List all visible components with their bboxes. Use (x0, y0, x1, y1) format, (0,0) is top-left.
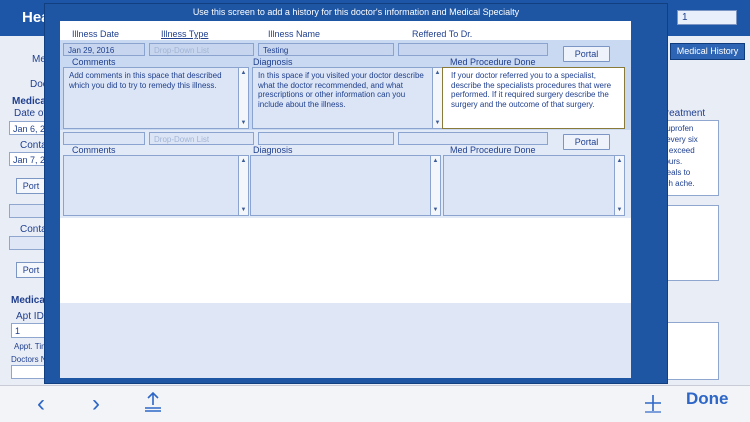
row1-date-field[interactable]: Jan 29, 2016 (63, 43, 145, 56)
row2-comments-textarea[interactable]: ▲ ▼ (63, 155, 249, 216)
scroll-down-icon[interactable]: ▼ (239, 206, 248, 214)
row1-portal-button[interactable]: Portal (563, 46, 610, 62)
doctors-name-field[interactable] (11, 365, 45, 379)
scroll-down-icon[interactable]: ▼ (433, 119, 442, 127)
share-icon[interactable] (142, 391, 164, 413)
row1-procedure-text: If your doctor referred you to a special… (451, 71, 612, 109)
col-illness-date: Illness Date (72, 29, 120, 39)
appt-time-label: Appt. Tim (14, 342, 48, 351)
plus-icon[interactable] (643, 393, 663, 413)
scroll-up-icon[interactable]: ▲ (431, 157, 440, 165)
row2-comments-label: Comments (72, 145, 116, 155)
medical-heading-2: Medical (11, 295, 48, 306)
modal-header-text: Use this screen to add a history for thi… (192, 7, 520, 17)
portal-button-bg-2[interactable]: Port (16, 262, 46, 278)
row2-name-field[interactable] (258, 132, 394, 145)
portal-button-bg-1[interactable]: Port (16, 178, 46, 194)
row1-type-dropdown[interactable]: Drop-Down List (149, 43, 254, 56)
row1-procedure-textarea[interactable]: If your doctor referred you to a special… (442, 67, 625, 129)
scroll-down-icon[interactable]: ▼ (615, 206, 624, 214)
row2-diagnosis-scrollbar[interactable]: ▲ ▼ (430, 156, 440, 215)
row1-comments-textarea[interactable]: Add comments in this space that describe… (63, 67, 249, 129)
col-referred-to: Reffered To Dr. (412, 29, 473, 39)
col-illness-name: Illness Name (268, 29, 321, 39)
row2-portal-button[interactable]: Portal (563, 134, 610, 150)
chevron-left-icon[interactable]: ‹ (37, 390, 45, 418)
date-of-label: Date of (14, 108, 47, 119)
row2-referred-field[interactable] (398, 132, 548, 145)
row1-referred-field[interactable] (398, 43, 548, 56)
row2-date-field[interactable] (63, 132, 145, 145)
scroll-up-icon[interactable]: ▲ (239, 157, 248, 165)
chevron-right-icon[interactable]: › (92, 390, 100, 418)
row1-diagnosis-textarea[interactable]: In this space if you visited your doctor… (252, 67, 443, 129)
row1-comments-text: Add comments in this space that describe… (69, 71, 222, 90)
date-field-2[interactable]: Jan 7, 2 (9, 152, 45, 166)
medical-history-button[interactable]: Medical History (670, 43, 745, 60)
row1-diagnosis-label: Diagnosis (253, 57, 293, 67)
col-illness-type: Illness Type (161, 29, 209, 39)
empty-field-1[interactable] (9, 204, 45, 218)
apt-id-field[interactable]: 1 (11, 323, 45, 338)
row2-diagnosis-textarea[interactable]: ▲ ▼ (250, 155, 441, 216)
row2-comments-scrollbar[interactable]: ▲ ▼ (238, 156, 248, 215)
row2-type-dropdown[interactable]: Drop-Down List (149, 132, 254, 145)
scroll-down-icon[interactable]: ▼ (431, 206, 440, 214)
doctors-name-label: Doctors N (11, 355, 47, 364)
date-field-1[interactable]: Jan 6, 2 (9, 121, 45, 135)
scroll-up-icon[interactable]: ▲ (239, 69, 248, 77)
scroll-up-icon[interactable]: ▲ (433, 69, 442, 77)
done-button[interactable]: Done (686, 389, 729, 409)
row1-comments-label: Comments (72, 57, 116, 67)
row1-diagnosis-text: In this space if you visited your doctor… (258, 71, 424, 109)
empty-field-2[interactable] (9, 236, 45, 250)
apt-id-label: Apt ID (16, 311, 44, 322)
row2-procedure-textarea[interactable]: ▲ ▼ (443, 155, 625, 216)
row2-diagnosis-label: Diagnosis (253, 145, 293, 155)
scroll-up-icon[interactable]: ▲ (615, 157, 624, 165)
row1-name-field[interactable]: Testing (258, 43, 394, 56)
bottom-toolbar (0, 385, 750, 422)
row2-procedure-scrollbar[interactable]: ▲ ▼ (614, 156, 624, 215)
row1-diagnosis-scrollbar[interactable]: ▲ ▼ (432, 68, 442, 128)
id-field[interactable]: 1 (677, 10, 737, 25)
scroll-down-icon[interactable]: ▼ (239, 119, 248, 127)
row1-procedure-label: Med Procedure Done (450, 57, 536, 67)
modal-footer-area (60, 303, 631, 378)
row1-comments-scrollbar[interactable]: ▲ ▼ (238, 68, 248, 128)
row2-procedure-label: Med Procedure Done (450, 145, 536, 155)
